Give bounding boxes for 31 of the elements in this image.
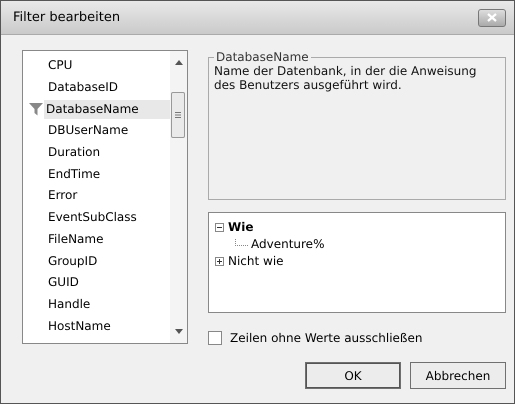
list-item[interactable]: DatabaseID bbox=[46, 78, 170, 98]
list-item[interactable]: GUID bbox=[46, 273, 170, 292]
close-button[interactable] bbox=[478, 8, 506, 26]
list-item[interactable]: Error bbox=[46, 186, 170, 206]
window-title: Filter bearbeiten bbox=[13, 10, 120, 25]
tree-node[interactable]: Wie bbox=[228, 220, 254, 234]
scroll-down-icon[interactable] bbox=[174, 329, 182, 334]
collapse-icon[interactable] bbox=[215, 222, 224, 232]
ok-button[interactable]: OK bbox=[305, 362, 401, 389]
list-item[interactable]: DatabaseName bbox=[44, 100, 170, 119]
expand-icon[interactable] bbox=[215, 256, 224, 266]
list-item[interactable]: HostName bbox=[46, 316, 170, 336]
tree-node[interactable]: Nicht wie bbox=[228, 254, 284, 268]
list-item[interactable]: Handle bbox=[46, 294, 170, 314]
group-title: DatabaseName bbox=[215, 50, 310, 64]
cancel-button[interactable]: Abbrechen bbox=[410, 362, 506, 389]
list-item[interactable]: EventSubClass bbox=[46, 208, 170, 228]
description-text: Name der Datenbank, in der die Anweisung des Benutzers ausgeführt wird. bbox=[214, 64, 478, 92]
list-item[interactable]: FileName bbox=[46, 230, 170, 249]
checkbox-label: Zeilen ohne Werte ausschließen bbox=[230, 331, 422, 345]
checkbox[interactable] bbox=[208, 331, 222, 345]
scrollbar[interactable] bbox=[170, 51, 187, 343]
close-icon bbox=[487, 13, 497, 22]
list-item[interactable]: CPU bbox=[46, 56, 170, 76]
scroll-up-icon[interactable] bbox=[174, 60, 182, 65]
tree-node[interactable]: Adventure% bbox=[251, 237, 324, 251]
scroll-thumb[interactable] bbox=[171, 92, 185, 138]
list-item[interactable]: DBUserName bbox=[46, 121, 170, 140]
list-item[interactable]: Duration bbox=[46, 143, 170, 162]
list-item[interactable]: EndTime bbox=[46, 164, 170, 184]
list-item[interactable]: GroupID bbox=[46, 252, 170, 271]
